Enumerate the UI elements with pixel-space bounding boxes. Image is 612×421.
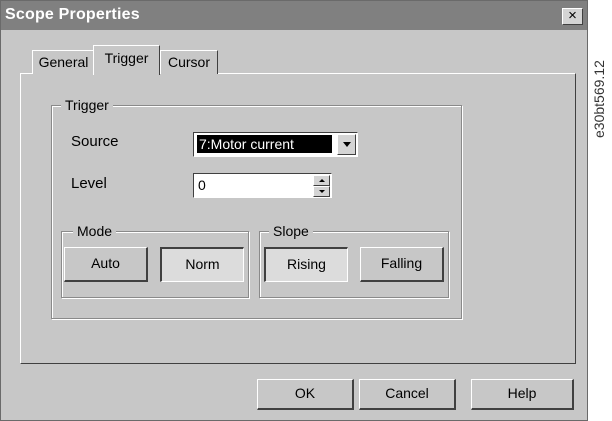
source-select[interactable]: 7:Motor current bbox=[193, 132, 358, 157]
falling-button[interactable]: Falling bbox=[360, 247, 444, 282]
close-icon: × bbox=[568, 7, 577, 24]
level-label: Level bbox=[71, 175, 107, 192]
cancel-button[interactable]: Cancel bbox=[359, 379, 456, 410]
source-select-value: 7:Motor current bbox=[197, 135, 332, 153]
figure-code-label: e30bt569.12 bbox=[591, 60, 607, 138]
figure-code: e30bt569.12 bbox=[588, 0, 612, 150]
close-button[interactable]: × bbox=[562, 8, 583, 25]
dialog-title: Scope Properties bbox=[5, 6, 140, 23]
level-spinner[interactable]: 0 bbox=[193, 173, 332, 198]
level-value[interactable]: 0 bbox=[198, 177, 206, 193]
slope-group-title: Slope bbox=[269, 223, 313, 239]
source-label: Source bbox=[71, 133, 119, 150]
rising-button[interactable]: Rising bbox=[264, 247, 348, 282]
scope-properties-dialog: Scope Properties × General Trigger Curso… bbox=[0, 0, 588, 421]
tab-trigger[interactable]: Trigger bbox=[93, 45, 160, 75]
tab-general[interactable]: General bbox=[32, 50, 95, 74]
chevron-down-icon[interactable] bbox=[337, 134, 356, 155]
mode-group-title: Mode bbox=[73, 223, 117, 239]
tab-cursor[interactable]: Cursor bbox=[160, 50, 218, 74]
help-button[interactable]: Help bbox=[471, 379, 574, 410]
spin-down-icon[interactable] bbox=[313, 186, 330, 197]
auto-button[interactable]: Auto bbox=[64, 247, 148, 282]
ok-button[interactable]: OK bbox=[257, 379, 354, 410]
trigger-group-title: Trigger bbox=[61, 97, 113, 113]
spin-up-icon[interactable] bbox=[313, 175, 330, 186]
norm-button[interactable]: Norm bbox=[160, 247, 244, 282]
titlebar: Scope Properties × bbox=[1, 1, 587, 30]
